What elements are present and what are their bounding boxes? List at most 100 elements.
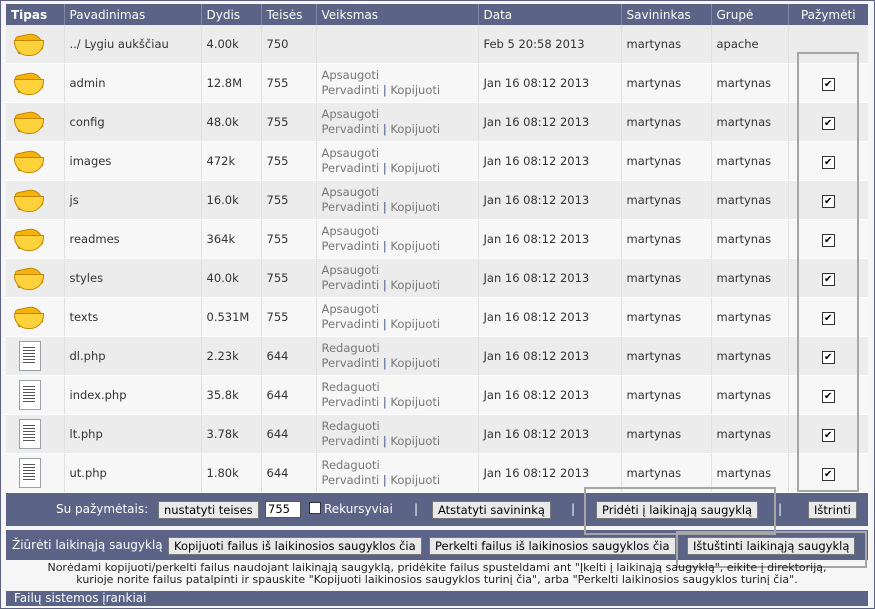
name-cell[interactable]: styles [64,258,202,298]
table-row-parent[interactable]: ../ Lygiu aukščiau 4.00k 750 Feb 5 20:58… [6,25,868,64]
action-primary-link[interactable]: Apsaugoti [322,185,380,199]
rename-link[interactable]: Pervadinti [322,122,380,136]
table-row[interactable]: js 16.0k 755 Apsaugoti Pervadinti | Kopijuot… [6,180,868,220]
link-separator: | [382,83,387,97]
action-primary-link[interactable]: Redaguoti [322,380,380,394]
highlight-add-button [584,487,776,535]
action-primary-link[interactable]: Apsaugoti [322,302,380,316]
date-cell: Jan 16 08:12 2013 [478,219,622,259]
col-grupe[interactable]: Grupė [711,4,789,25]
copy-link[interactable]: Kopijuoti [390,200,440,214]
copy-link[interactable]: Kopijuoti [390,122,440,136]
date-cell: Feb 5 20:58 2013 [478,25,622,64]
owner-cell: martynas [621,258,712,298]
rename-link[interactable]: Pervadinti [322,200,380,214]
name-cell[interactable]: readmes [64,219,202,259]
table-row[interactable]: admin 12.8M 755 Apsaugoti Pervadinti | Kopij… [6,63,868,103]
rename-link[interactable]: Pervadinti [322,83,380,97]
action-primary-link[interactable]: Redaguoti [322,341,380,355]
col-savininkas[interactable]: Savininkas [621,4,712,25]
rename-link[interactable]: Pervadinti [322,161,380,175]
file-icon [19,380,41,410]
name-cell[interactable]: ut.php [64,453,202,493]
action-primary-link[interactable]: Apsaugoti [322,224,380,238]
action-primary-link[interactable]: Apsaugoti [322,263,380,277]
rename-link[interactable]: Pervadinti [322,239,380,253]
table-row[interactable]: images 472k 755 Apsaugoti Pervadinti | Kopij… [6,141,868,181]
perm-cell: 755 [261,102,317,142]
reset-owner-button[interactable]: Atstatyti savininką [432,501,551,519]
col-tipas[interactable]: Tipas [6,4,65,25]
folder-icon [14,31,44,56]
rename-link[interactable]: Pervadinti [322,278,380,292]
copy-link[interactable]: Kopijuoti [390,356,440,370]
name-cell[interactable]: dl.php [64,336,202,376]
name-cell[interactable]: ../ Lygiu aukščiau [64,25,202,64]
col-veiksmas: Veiksmas [316,4,479,25]
actions-cell: Redaguoti Pervadinti | Kopijuoti [316,375,479,415]
col-teises[interactable]: Teisės [261,4,317,25]
rename-link[interactable]: Pervadinti [322,356,380,370]
owner-cell: martynas [621,336,712,376]
date-cell: Jan 16 08:12 2013 [478,180,622,220]
copy-link[interactable]: Kopijuoti [390,473,440,487]
copy-link[interactable]: Kopijuoti [390,317,440,331]
action-primary-link[interactable]: Redaguoti [322,419,380,433]
rename-link[interactable]: Pervadinti [322,395,380,409]
rename-link[interactable]: Pervadinti [322,434,380,448]
type-cell [6,102,65,142]
actions-cell [316,25,479,64]
action-primary-link[interactable]: Apsaugoti [322,68,380,82]
move-from-clipboard-button[interactable]: Perkelti failus iš laikinosios saugyklos… [429,537,676,555]
date-cell: Jan 16 08:12 2013 [478,297,622,337]
copy-link[interactable]: Kopijuoti [390,161,440,175]
name-cell[interactable]: js [64,180,202,220]
group-cell: martynas [711,258,789,298]
col-dydis[interactable]: Dydis [201,4,262,25]
group-cell: martynas [711,63,789,103]
col-pavadinimas[interactable]: Pavadinimas [64,4,202,25]
copy-link[interactable]: Kopijuoti [390,278,440,292]
copy-link[interactable]: Kopijuoti [390,83,440,97]
perm-cell: 644 [261,375,317,415]
folder-icon [14,226,44,251]
type-cell [6,297,65,337]
table-row[interactable]: lt.php 3.78k 644 Redaguoti Pervadinti | Kopi… [6,414,868,454]
name-cell[interactable]: lt.php [64,414,202,454]
filesystem-tools-bar[interactable]: Failų sistemos įrankiai [6,591,868,606]
action-primary-link[interactable]: Apsaugoti [322,107,380,121]
copy-link[interactable]: Kopijuoti [390,395,440,409]
name-cell[interactable]: admin [64,63,202,103]
table-row[interactable]: config 48.0k 755 Apsaugoti Pervadinti | Kopi… [6,102,868,142]
name-cell[interactable]: index.php [64,375,202,415]
copy-link[interactable]: Kopijuoti [390,239,440,253]
action-primary-link[interactable]: Redaguoti [322,458,380,472]
type-cell [6,375,65,415]
clipboard-view-link[interactable]: Žiūrėti laikinąją saugyklą [12,538,163,552]
table-row[interactable]: index.php 35.8k 644 Redaguoti Pervadinti | K… [6,375,868,415]
rename-link[interactable]: Pervadinti [322,473,380,487]
actions-cell: Redaguoti Pervadinti | Kopijuoti [316,336,479,376]
rename-link[interactable]: Pervadinti [322,317,380,331]
delete-button[interactable]: Ištrinti [808,501,857,519]
link-separator: | [382,161,387,175]
name-cell[interactable]: images [64,141,202,181]
name-cell[interactable]: texts [64,297,202,337]
table-row[interactable]: styles 40.0k 755 Apsaugoti Pervadinti | Kopi… [6,258,868,298]
col-data[interactable]: Data [478,4,622,25]
link-separator: | [382,200,387,214]
action-primary-link[interactable]: Apsaugoti [322,146,380,160]
copy-from-clipboard-button[interactable]: Kopijuoti failus iš laikinosios saugyklo… [168,537,422,555]
recursive-checkbox[interactable] [309,502,321,514]
table-row[interactable]: texts 0.531M 755 Apsaugoti Pervadinti | Kopi… [6,297,868,337]
perm-cell: 755 [261,180,317,220]
perm-cell: 644 [261,414,317,454]
set-permissions-button[interactable]: nustatyti teises [158,501,259,519]
copy-link[interactable]: Kopijuoti [390,434,440,448]
table-row[interactable]: readmes 364k 755 Apsaugoti Pervadinti | Kopi… [6,219,868,259]
table-row[interactable]: dl.php 2.23k 644 Redaguoti Pervadinti | Kopi… [6,336,868,376]
file-table: Tipas Pavadinimas Dydis Teisės Veiksmas … [6,4,868,493]
name-cell[interactable]: config [64,102,202,142]
size-cell: 0.531M [201,297,262,337]
permissions-input[interactable]: 755 [265,501,301,518]
